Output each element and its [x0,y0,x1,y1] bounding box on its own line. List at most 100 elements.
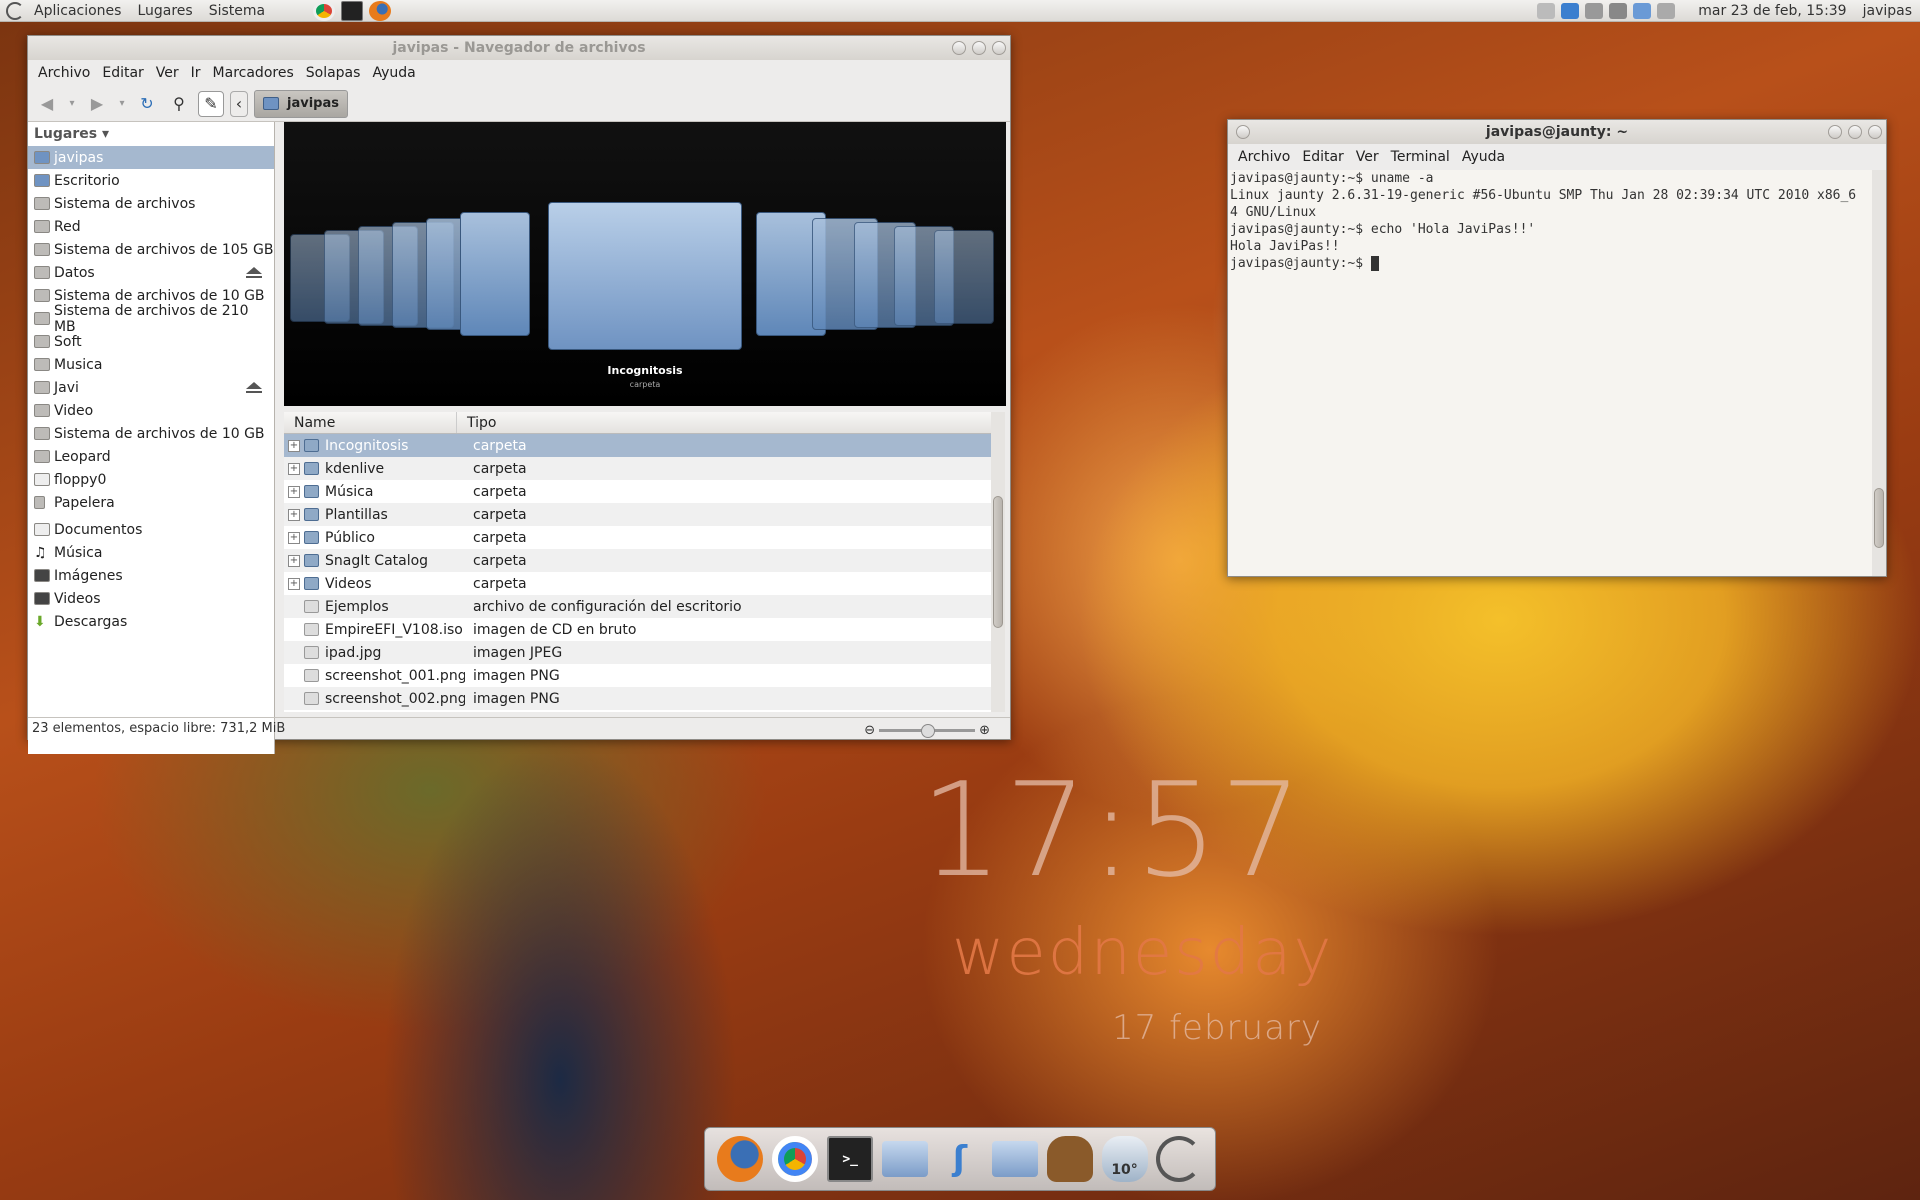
terminal-dock-icon[interactable]: >_ [827,1136,874,1182]
sidebar-item-escritorio[interactable]: Escritorio [28,169,274,192]
back-arrow-icon[interactable]: ◀ [34,91,60,117]
display-icon[interactable] [1633,2,1652,19]
panel-menu-sistema[interactable]: Sistema [201,0,273,22]
sidebar-item-fs-10gb-2[interactable]: Sistema de archivos de 10 GB [28,422,274,445]
menu-ayuda[interactable]: Ayuda [1456,149,1511,165]
dropbox-icon[interactable] [1561,2,1580,19]
folder-dock-icon[interactable] [991,1141,1038,1177]
menu-ver[interactable]: Ver [150,65,185,81]
transfer-icon[interactable] [1585,2,1604,19]
sidebar-item-datos[interactable]: Datos [28,261,274,284]
file-manager-titlebar[interactable]: javipas - Navegador de archivos [28,36,1010,60]
table-row[interactable]: EmpireEFI_V108.iso imagen de CD en bruto [284,618,991,641]
expand-icon[interactable]: + [288,531,300,544]
sidebar-item-leopard[interactable]: Leopard [28,445,274,468]
window-menu-button[interactable] [1236,125,1250,139]
search-icon[interactable]: ⚲ [166,91,192,117]
table-row[interactable]: ipad.jpg imagen JPEG [284,641,991,664]
sidebar-item-documentos[interactable]: Documentos [28,518,274,541]
expand-icon[interactable]: + [288,508,300,521]
sidebar-item-papelera[interactable]: Papelera [28,491,274,514]
scrollbar-thumb[interactable] [993,496,1003,628]
maximize-button[interactable] [1848,125,1862,139]
table-row[interactable]: screenshot_001.png imagen PNG [284,664,991,687]
coverflow-view[interactable]: Incognitosis carpeta [284,122,1006,406]
sidebar-item-videos[interactable]: Videos [28,587,274,610]
ubuntu-logo-icon[interactable] [6,1,24,20]
zoom-in-icon[interactable]: ⊕ [979,723,990,738]
menu-ver[interactable]: Ver [1350,149,1385,165]
sidebar-item-fs-210mb[interactable]: Sistema de archivos de 210 MB [28,303,274,335]
zoom-slider[interactable] [879,724,976,738]
mascot-dock-icon[interactable] [1046,1136,1093,1182]
minimize-button[interactable] [1828,125,1842,139]
firefox-dock-icon[interactable] [717,1136,764,1182]
panel-user[interactable]: javipas [1855,0,1920,22]
menu-ayuda[interactable]: Ayuda [366,65,421,81]
expand-icon[interactable]: + [288,577,300,590]
file-manager-dock-icon[interactable] [882,1141,929,1177]
network-icon[interactable] [1537,2,1556,19]
close-button[interactable] [1868,125,1882,139]
menu-terminal[interactable]: Terminal [1385,149,1456,165]
sidebar-item-imagenes[interactable]: Imágenes [28,564,274,587]
scrollbar-thumb[interactable] [1874,488,1884,548]
swirl-dock-icon[interactable]: ʃ [937,1136,983,1182]
chrome-launcher-icon[interactable] [313,0,336,21]
edit-location-icon[interactable]: ✎ [198,90,224,117]
terminal-titlebar[interactable]: javipas@jaunty: ~ [1228,120,1886,144]
volume-icon[interactable] [1609,2,1628,19]
sidebar-item-video[interactable]: Video [28,399,274,422]
expand-icon[interactable]: + [288,439,300,452]
table-row[interactable]: + Incognitosis carpeta [284,434,991,457]
eject-icon[interactable] [246,267,262,278]
table-row[interactable]: + Música carpeta [284,480,991,503]
panel-menu-lugares[interactable]: Lugares [129,0,200,22]
forward-history-chevron-icon[interactable]: ▾ [116,91,128,117]
sidebar-item-javi[interactable]: Javi [28,376,274,399]
menu-solapas[interactable]: Solapas [300,65,367,81]
column-header-type[interactable]: Tipo [457,412,496,433]
expand-icon[interactable]: + [288,462,300,475]
weather-dock-icon[interactable]: 10° [1101,1136,1148,1182]
table-row[interactable]: Ejemplos archivo de configuración del esc… [284,595,991,618]
file-list-scrollbar[interactable] [991,412,1005,712]
menu-ir[interactable]: Ir [185,65,207,81]
table-row[interactable]: + kdenlive carpeta [284,457,991,480]
sidebar-item-musica[interactable]: ♫ Música [28,541,274,564]
reload-icon[interactable]: ↻ [134,91,160,117]
menu-archivo[interactable]: Archivo [32,65,96,81]
forward-arrow-icon[interactable]: ▶ [84,91,110,117]
breadcrumb-left-icon[interactable]: ‹ [230,90,248,117]
eject-icon[interactable] [246,382,262,393]
expand-icon[interactable]: + [288,554,300,567]
table-row[interactable]: + SnagIt Catalog carpeta [284,549,991,572]
close-button[interactable] [992,41,1006,55]
folder-thumb[interactable] [934,230,994,324]
mail-icon[interactable] [1657,2,1676,19]
table-row[interactable]: + Plantillas carpeta [284,503,991,526]
table-row[interactable]: + Videos carpeta [284,572,991,595]
sidebar-item-musica-drive[interactable]: Musica [28,353,274,376]
panel-datetime[interactable]: mar 23 de feb, 15:39 [1690,0,1854,22]
breadcrumb-javipas[interactable]: javipas [254,89,348,118]
folder-pictures-thumb[interactable] [460,212,530,336]
zoom-out-icon[interactable]: ⊖ [864,723,875,738]
expand-icon[interactable]: + [288,485,300,498]
chrome-dock-icon[interactable] [772,1136,819,1182]
panel-menu-aplicaciones[interactable]: Aplicaciones [26,0,129,22]
minimize-button[interactable] [952,41,966,55]
table-row[interactable]: screenshot_002.png imagen PNG [284,687,991,710]
table-row[interactable]: + Público carpeta [284,526,991,549]
back-history-chevron-icon[interactable]: ▾ [66,91,78,117]
menu-editar[interactable]: Editar [1296,149,1349,165]
menu-archivo[interactable]: Archivo [1232,149,1296,165]
sidebar-item-javipas[interactable]: javipas [28,146,274,169]
menu-editar[interactable]: Editar [96,65,149,81]
menu-marcadores[interactable]: Marcadores [207,65,300,81]
sidebar-item-descargas[interactable]: ⬇ Descargas [28,610,274,633]
ubuntu-dock-icon[interactable] [1156,1136,1203,1182]
folder-incognitosis-center[interactable] [548,202,742,350]
sidebar-header[interactable]: Lugares ▾ [28,122,274,146]
maximize-button[interactable] [972,41,986,55]
